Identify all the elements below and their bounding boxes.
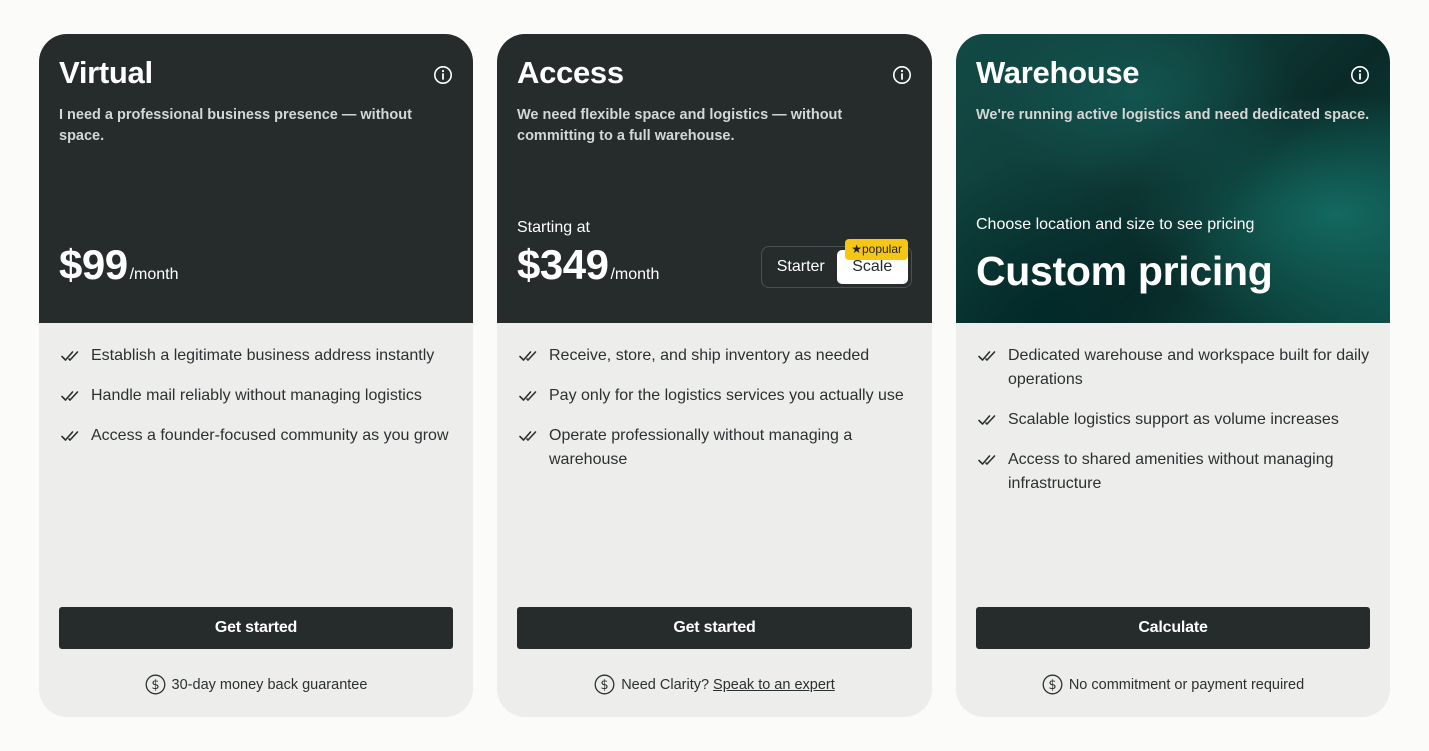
feature-text: Handle mail reliably without managing lo… [91,387,422,404]
footnote-text: Need Clarity? [621,676,710,693]
popular-badge: ★popular [845,239,908,260]
double-check-icon [978,415,996,425]
feature-text: Dedicated warehouse and workspace built … [1008,347,1370,388]
price-value: $99 [59,241,128,288]
info-icon[interactable] [892,65,912,85]
dollar-circle-icon: $ [145,674,165,695]
dollar-circle-icon: $ [594,674,615,695]
star-icon: ★ [851,242,862,256]
feature-text: Scalable logistics support as volume inc… [1008,411,1339,428]
pricing-card-access: Access We need flexible space and logist… [497,34,932,717]
feature-item: Establish a legitimate business address … [61,344,453,368]
feature-item: Pay only for the logistics services you … [519,384,912,408]
feature-text: Establish a legitimate business address … [91,347,435,364]
double-check-icon [978,455,996,465]
feature-text: Access to shared amenities without manag… [1008,451,1334,492]
calculate-button[interactable]: Calculate [976,607,1370,649]
feature-item: Access a founder-focused community as yo… [61,424,453,448]
dollar-circle-icon: $ [1042,674,1063,695]
feature-item: Receive, store, and ship inventory as ne… [519,344,912,368]
svg-text:$: $ [601,678,609,693]
feature-item: Operate professionally without managing … [519,424,912,472]
pricing-card-virtual: Virtual I need a professional business p… [39,34,473,717]
footnote-text: No commitment or payment required [1068,676,1305,693]
double-check-icon [519,351,537,361]
card-subtitle: We need flexible space and logistics — w… [517,107,843,144]
toggle-option-starter[interactable]: Starter [765,250,837,284]
double-check-icon [61,391,79,401]
card-title: Virtual [59,55,153,90]
card-header: Access We need flexible space and logist… [497,34,932,323]
feature-item: Handle mail reliably without managing lo… [61,384,453,408]
card-title: Warehouse [976,55,1140,90]
footnote-text: 30-day money back guarantee [171,676,368,693]
price-block: Starting at $349 /month [517,219,659,289]
double-check-icon [61,351,79,361]
double-check-icon [519,431,537,441]
feature-text: Receive, store, and ship inventory as ne… [549,347,870,364]
info-icon[interactable] [1350,65,1370,85]
svg-text:$: $ [151,678,159,693]
price-block: $99 /month [59,241,179,289]
plan-toggle: Starter Scale ★popular [761,239,912,288]
commitment-note: $ No commitment or payment required [956,674,1390,695]
starting-at-label: Starting at [517,219,590,236]
info-icon[interactable] [433,65,453,85]
speak-to-expert-link[interactable]: Speak to an expert [713,677,835,693]
double-check-icon [978,351,996,361]
feature-item: Dedicated warehouse and workspace built … [978,344,1370,392]
feature-text: Access a founder-focused community as yo… [91,427,449,444]
feature-item: Access to shared amenities without manag… [978,448,1370,496]
card-header: Warehouse We're running active logistics… [956,34,1390,323]
svg-text:$: $ [1048,678,1056,693]
clarity-note: $ Need Clarity? Speak to an expert [497,674,932,695]
feature-list: Establish a legitimate business address … [39,323,473,448]
price-value: Custom pricing [976,248,1273,294]
double-check-icon [519,391,537,401]
double-check-icon [61,431,79,441]
card-header: Virtual I need a professional business p… [39,34,473,323]
card-title: Access [517,55,624,90]
price-value: $349 [517,241,609,288]
popular-badge-label: popular [861,242,902,256]
get-started-button[interactable]: Get started [517,607,912,649]
pricing-hint: Choose location and size to see pricing [976,216,1255,233]
card-subtitle: We're running active logistics and need … [976,107,1370,123]
price-period: /month [129,266,179,283]
feature-list: Dedicated warehouse and workspace built … [956,323,1390,496]
price-block: Choose location and size to see pricing … [976,216,1273,295]
feature-item: Scalable logistics support as volume inc… [978,408,1370,432]
price-period: /month [610,266,660,283]
guarantee-note: $ 30-day money back guarantee [39,674,473,695]
feature-text: Operate professionally without managing … [549,427,853,468]
card-subtitle: I need a professional business presence … [59,107,412,144]
feature-text: Pay only for the logistics services you … [549,387,904,404]
get-started-button[interactable]: Get started [59,607,453,649]
pricing-card-warehouse: Warehouse We're running active logistics… [956,34,1390,717]
feature-list: Receive, store, and ship inventory as ne… [497,323,932,472]
